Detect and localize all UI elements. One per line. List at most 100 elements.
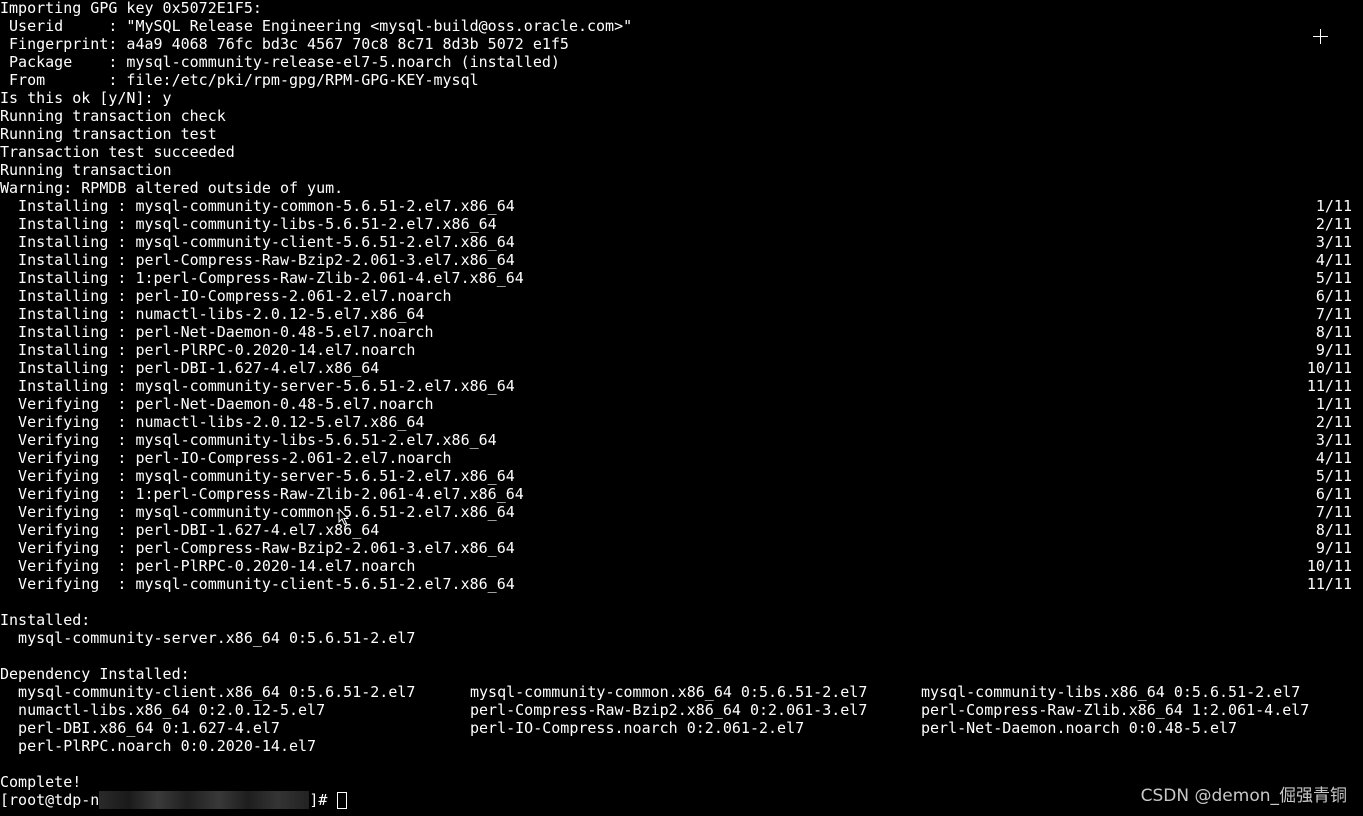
step-description: Installing : numactl-libs-2.0.12-5.el7.x… <box>0 305 425 323</box>
install-step-row: Installing : numactl-libs-2.0.12-5.el7.x… <box>0 305 1363 323</box>
step-progress-count: 3/11 <box>1315 233 1352 251</box>
step-progress-count: 2/11 <box>1315 413 1352 431</box>
install-step-row: Verifying : perl-DBI-1.627-4.el7.x86_64 8… <box>0 521 1363 539</box>
install-step-row: Installing : mysql-community-client-5.6.… <box>0 233 1363 251</box>
install-step-row: Verifying : mysql-community-libs-5.6.51-… <box>0 431 1363 449</box>
dependency-item: perl-Compress-Raw-Zlib.x86_64 1:2.061-4.… <box>921 701 1310 719</box>
terminal-window[interactable]: Importing GPG key 0x5072E1F5: Userid : "… <box>0 0 1363 816</box>
transaction-line: Running transaction check <box>0 107 226 125</box>
confirm-prompt-line: Is this ok [y/N]: y <box>0 89 172 107</box>
step-progress-count: 8/11 <box>1315 521 1352 539</box>
install-step-row: Installing : mysql-community-libs-5.6.51… <box>0 215 1363 233</box>
step-description: Verifying : mysql-community-libs-5.6.51-… <box>0 431 497 449</box>
step-description: Installing : perl-DBI-1.627-4.el7.x86_64 <box>0 359 380 377</box>
dependency-item: perl-DBI.x86_64 0:1.627-4.el7 <box>0 719 280 737</box>
dependency-list: mysql-community-client.x86_64 0:5.6.51-2… <box>0 683 1363 755</box>
step-description: Verifying : numactl-libs-2.0.12-5.el7.x8… <box>0 413 425 431</box>
install-step-row: Installing : perl-Net-Daemon-0.48-5.el7.… <box>0 323 1363 341</box>
csdn-watermark: CSDN @demon_倔强青铜 <box>1140 786 1347 806</box>
install-steps-list: Installing : mysql-community-common-5.6.… <box>0 197 1363 593</box>
step-progress-count: 6/11 <box>1315 485 1352 503</box>
text-cursor <box>337 792 348 809</box>
mouse-pointer-icon <box>338 508 350 526</box>
step-description: Installing : mysql-community-common-5.6.… <box>0 197 515 215</box>
transaction-line: Running transaction test <box>0 125 217 143</box>
step-progress-count: 10/11 <box>1306 359 1352 377</box>
step-description: Installing : perl-IO-Compress-2.061-2.el… <box>0 287 452 305</box>
step-description: Installing : mysql-community-client-5.6.… <box>0 233 515 251</box>
step-progress-count: 8/11 <box>1315 323 1352 341</box>
step-progress-count: 7/11 <box>1315 305 1352 323</box>
install-step-row: Verifying : mysql-community-server-5.6.5… <box>0 467 1363 485</box>
step-progress-count: 1/11 <box>1315 395 1352 413</box>
install-step-row: Verifying : numactl-libs-2.0.12-5.el7.x8… <box>0 413 1363 431</box>
step-description: Verifying : 1:perl-Compress-Raw-Zlib-2.0… <box>0 485 524 503</box>
redacted-hostname <box>99 791 310 809</box>
step-progress-count: 6/11 <box>1315 287 1352 305</box>
step-description: Installing : perl-Compress-Raw-Bzip2-2.0… <box>0 251 515 269</box>
transaction-messages: Running transaction check Running transac… <box>0 107 1363 197</box>
step-description: Installing : mysql-community-server-5.6.… <box>0 377 515 395</box>
step-description: Verifying : mysql-community-common-5.6.5… <box>0 503 515 521</box>
dependency-item: mysql-community-client.x86_64 0:5.6.51-2… <box>0 683 416 701</box>
dependency-item: perl-Net-Daemon.noarch 0:0.48-5.el7 <box>921 719 1238 737</box>
step-description: Verifying : perl-Compress-Raw-Bzip2-2.06… <box>0 539 515 557</box>
installed-heading: Installed: <box>0 611 91 629</box>
dependency-row: mysql-community-client.x86_64 0:5.6.51-2… <box>0 683 1363 701</box>
step-progress-count: 9/11 <box>1315 341 1352 359</box>
install-step-row: Installing : perl-PlRPC-0.2020-14.el7.no… <box>0 341 1363 359</box>
gpg-line: From : file:/etc/pki/rpm-gpg/RPM-GPG-KEY… <box>0 71 479 89</box>
step-description: Installing : perl-Net-Daemon-0.48-5.el7.… <box>0 323 434 341</box>
install-step-row: Verifying : perl-Net-Daemon-0.48-5.el7.n… <box>0 395 1363 413</box>
install-step-row: Installing : perl-IO-Compress-2.061-2.el… <box>0 287 1363 305</box>
step-progress-count: 3/11 <box>1315 431 1352 449</box>
install-step-row: Verifying : mysql-community-client-5.6.5… <box>0 575 1363 593</box>
install-step-row: Installing : perl-DBI-1.627-4.el7.x86_64… <box>0 359 1363 377</box>
gpg-line: Fingerprint: a4a9 4068 76fc bd3c 4567 70… <box>0 35 569 53</box>
step-description: Installing : 1:perl-Compress-Raw-Zlib-2.… <box>0 269 524 287</box>
step-progress-count: 5/11 <box>1315 467 1352 485</box>
gpg-line: Package : mysql-community-release-el7-5.… <box>0 53 560 71</box>
dependency-row: perl-PlRPC.noarch 0:0.2020-14.el7 <box>0 737 1363 755</box>
step-progress-count: 11/11 <box>1306 575 1352 593</box>
step-progress-count: 2/11 <box>1315 215 1352 233</box>
dependency-item: perl-Compress-Raw-Bzip2.x86_64 0:2.061-3… <box>470 701 868 719</box>
step-description: Verifying : perl-IO-Compress-2.061-2.el7… <box>0 449 452 467</box>
install-step-row: Installing : 1:perl-Compress-Raw-Zlib-2.… <box>0 269 1363 287</box>
step-description: Verifying : mysql-community-client-5.6.5… <box>0 575 515 593</box>
step-description: Verifying : mysql-community-server-5.6.5… <box>0 467 515 485</box>
gpg-key-info: Importing GPG key 0x5072E1F5: Userid : "… <box>0 0 1363 89</box>
gpg-line: Importing GPG key 0x5072E1F5: <box>0 0 262 17</box>
transaction-line: Transaction test succeeded <box>0 143 235 161</box>
step-progress-count: 5/11 <box>1315 269 1352 287</box>
dependency-item: numactl-libs.x86_64 0:2.0.12-5.el7 <box>0 701 326 719</box>
step-progress-count: 4/11 <box>1315 251 1352 269</box>
install-step-row: Installing : mysql-community-common-5.6.… <box>0 197 1363 215</box>
step-progress-count: 10/11 <box>1306 557 1352 575</box>
transaction-line: Warning: RPMDB altered outside of yum. <box>0 179 344 197</box>
step-description: Verifying : perl-PlRPC-0.2020-14.el7.noa… <box>0 557 416 575</box>
step-progress-count: 9/11 <box>1315 539 1352 557</box>
dependency-heading: Dependency Installed: <box>0 665 190 683</box>
dependency-item: mysql-community-common.x86_64 0:5.6.51-2… <box>470 683 868 701</box>
dependency-row: perl-DBI.x86_64 0:1.627-4.el7 perl-IO-Com… <box>0 719 1363 737</box>
install-step-row: Verifying : perl-IO-Compress-2.061-2.el7… <box>0 449 1363 467</box>
install-step-row: Verifying : 1:perl-Compress-Raw-Zlib-2.0… <box>0 485 1363 503</box>
install-step-row: Verifying : perl-Compress-Raw-Bzip2-2.06… <box>0 539 1363 557</box>
install-step-row: Installing : mysql-community-server-5.6.… <box>0 377 1363 395</box>
step-description: Installing : mysql-community-libs-5.6.51… <box>0 215 497 233</box>
transaction-line: Running transaction <box>0 161 172 179</box>
prompt-prefix: [root@tdp-n <box>0 791 100 809</box>
step-description: Installing : perl-PlRPC-0.2020-14.el7.no… <box>0 341 416 359</box>
step-progress-count: 1/11 <box>1315 197 1352 215</box>
crosshair-cursor-icon <box>1313 29 1328 44</box>
gpg-line: Userid : "MySQL Release Engineering <mys… <box>0 17 633 35</box>
dependency-item: perl-PlRPC.noarch 0:0.2020-14.el7 <box>0 737 317 755</box>
install-step-row: Verifying : perl-PlRPC-0.2020-14.el7.noa… <box>0 557 1363 575</box>
dependency-item: mysql-community-libs.x86_64 0:5.6.51-2.e… <box>921 683 1301 701</box>
step-progress-count: 4/11 <box>1315 449 1352 467</box>
install-step-row: Verifying : mysql-community-common-5.6.5… <box>0 503 1363 521</box>
